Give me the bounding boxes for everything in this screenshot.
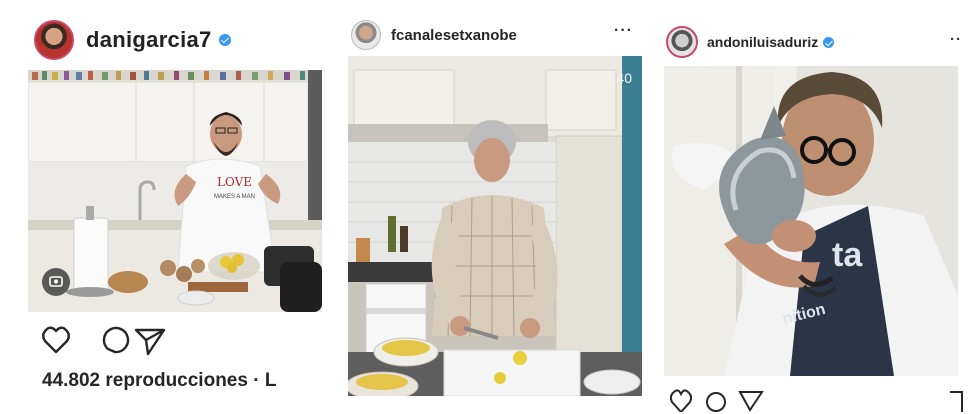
kitchen-scene: [348, 56, 642, 396]
post-header: fcanalesetxanobe ···: [351, 16, 641, 54]
avatar[interactable]: [34, 20, 74, 60]
action-bar: [42, 324, 202, 358]
avatar[interactable]: [351, 20, 381, 50]
kitchen-scene: LOVE MAKES A MAN: [28, 70, 322, 312]
post-video[interactable]: LOVE MAKES A MAN: [28, 70, 322, 312]
username[interactable]: danigarcia7: [86, 27, 212, 53]
heart-icon[interactable]: [670, 389, 693, 412]
post-header: danigarcia7: [34, 16, 231, 64]
post-video[interactable]: 7:40: [348, 56, 642, 396]
comment-icon[interactable]: [706, 392, 726, 412]
share-icon[interactable]: [738, 391, 764, 412]
heart-icon[interactable]: [42, 326, 70, 354]
avatar[interactable]: [666, 26, 698, 58]
post-header: andoniluisaduriz ··: [666, 24, 972, 60]
video-timecode: 7:40: [604, 70, 632, 86]
video-badge-icon: [42, 268, 70, 296]
bookmark-icon[interactable]: [950, 391, 963, 412]
post-photo[interactable]: ta nition: [664, 66, 958, 376]
post-fcanalesetxanobe: fcanalesetxanobe ··· 7:40: [345, 0, 645, 414]
username[interactable]: andoniluisaduriz: [707, 34, 818, 50]
verified-badge-icon: [823, 36, 835, 48]
shirt-text-love: LOVE: [217, 175, 252, 189]
comment-icon[interactable]: [102, 326, 130, 354]
post-danigarcia7: danigarcia7 LOVE MAKES A MAN 44.802 repr…: [28, 0, 328, 414]
views-count: 44.802 reproducciones · L: [42, 370, 277, 391]
action-bar: [670, 382, 970, 412]
post-andoniluisaduriz: andoniluisaduriz ·· ta nition: [660, 0, 980, 414]
more-options-button[interactable]: ···: [614, 22, 633, 40]
username[interactable]: fcanalesetxanobe: [391, 27, 517, 44]
share-icon[interactable]: [134, 328, 166, 356]
shirt-text-makes-a-man: MAKES A MAN: [214, 194, 255, 200]
verified-badge-icon: [218, 34, 231, 46]
apron-text: ta: [832, 236, 863, 274]
more-options-button[interactable]: ··: [950, 31, 962, 48]
chef-with-fish-scene: ta nition: [664, 66, 958, 376]
